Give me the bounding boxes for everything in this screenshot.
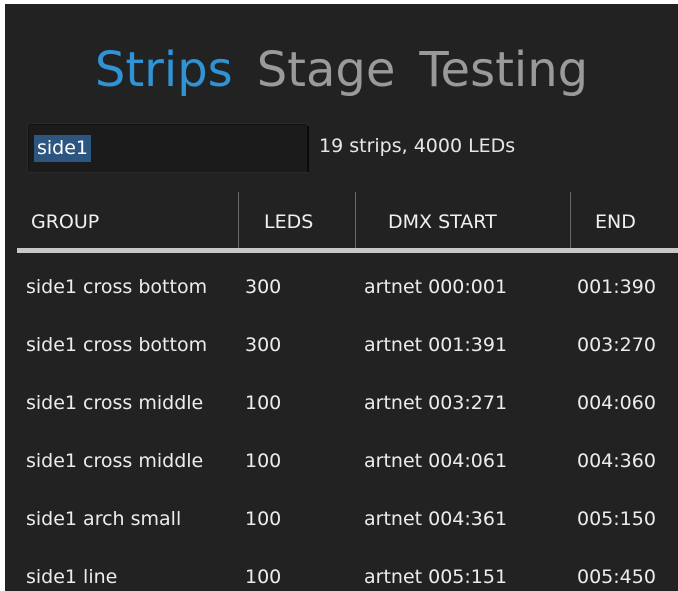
cell-end: 001:390 bbox=[577, 276, 656, 298]
cell-dmx-start: artnet 005:151 bbox=[364, 566, 508, 588]
tab-testing-label: Testing bbox=[419, 42, 589, 98]
cell-end: 005:450 bbox=[577, 566, 656, 588]
cell-end: 003:270 bbox=[577, 334, 656, 356]
column-divider[interactable] bbox=[355, 192, 356, 250]
group-filter-input[interactable]: side1 bbox=[28, 124, 308, 172]
column-header-end[interactable]: END bbox=[595, 211, 636, 233]
cell-group: side1 cross bottom bbox=[26, 276, 208, 298]
column-header-leds[interactable]: LEDS bbox=[264, 211, 313, 233]
column-header-group[interactable]: GROUP bbox=[31, 211, 99, 233]
cell-leds: 300 bbox=[245, 334, 282, 356]
view-tabs: Strips Stage Testing bbox=[5, 32, 678, 108]
tab-strips-label: Strips bbox=[94, 42, 233, 98]
cell-leds: 300 bbox=[245, 276, 282, 298]
column-header-dmx-start[interactable]: DMX START bbox=[388, 211, 497, 233]
tab-stage-label: Stage bbox=[256, 42, 396, 98]
cell-group: side1 cross middle bbox=[26, 450, 204, 472]
table-header: GROUP LEDS DMX START END bbox=[5, 192, 678, 252]
group-filter-value[interactable]: side1 bbox=[34, 135, 92, 162]
table-row[interactable]: side1 cross bottom 300 artnet 000:001 00… bbox=[5, 257, 678, 315]
strips-table-body: side1 cross bottom 300 artnet 000:001 00… bbox=[5, 257, 678, 591]
cell-group: side1 cross middle bbox=[26, 392, 204, 414]
cell-dmx-start: artnet 001:391 bbox=[364, 334, 508, 356]
strips-window: Strips Stage Testing side1 19 strips, 40… bbox=[5, 4, 678, 591]
tab-stage[interactable]: Stage bbox=[257, 46, 396, 94]
cell-group: side1 line bbox=[26, 566, 118, 588]
cell-dmx-start: artnet 000:001 bbox=[364, 276, 508, 298]
tab-testing[interactable]: Testing bbox=[419, 46, 588, 94]
strip-count-summary: 19 strips, 4000 LEDs bbox=[319, 135, 516, 157]
cell-end: 005:150 bbox=[577, 508, 656, 530]
table-row[interactable]: side1 cross middle 100 artnet 003:271 00… bbox=[5, 373, 678, 431]
cell-leds: 100 bbox=[245, 392, 282, 414]
cell-leds: 100 bbox=[245, 566, 282, 588]
cell-end: 004:060 bbox=[577, 392, 656, 414]
cell-group: side1 cross bottom bbox=[26, 334, 208, 356]
tab-strips[interactable]: Strips bbox=[95, 46, 233, 94]
table-row[interactable]: side1 cross middle 100 artnet 004:061 00… bbox=[5, 431, 678, 489]
cell-group: side1 arch small bbox=[26, 508, 182, 530]
table-row[interactable]: side1 cross bottom 300 artnet 001:391 00… bbox=[5, 315, 678, 373]
cell-end: 004:360 bbox=[577, 450, 656, 472]
table-row[interactable]: side1 line 100 artnet 005:151 005:450 bbox=[5, 547, 678, 591]
column-divider[interactable] bbox=[570, 192, 571, 250]
cell-leds: 100 bbox=[245, 508, 282, 530]
cell-dmx-start: artnet 004:361 bbox=[364, 508, 508, 530]
filter-input-border bbox=[307, 126, 309, 172]
header-underline bbox=[17, 248, 678, 253]
filter-row: side1 19 strips, 4000 LEDs bbox=[5, 122, 678, 178]
column-divider[interactable] bbox=[238, 192, 239, 250]
cell-dmx-start: artnet 003:271 bbox=[364, 392, 508, 414]
cell-dmx-start: artnet 004:061 bbox=[364, 450, 508, 472]
table-row[interactable]: side1 arch small 100 artnet 004:361 005:… bbox=[5, 489, 678, 547]
cell-leds: 100 bbox=[245, 450, 282, 472]
